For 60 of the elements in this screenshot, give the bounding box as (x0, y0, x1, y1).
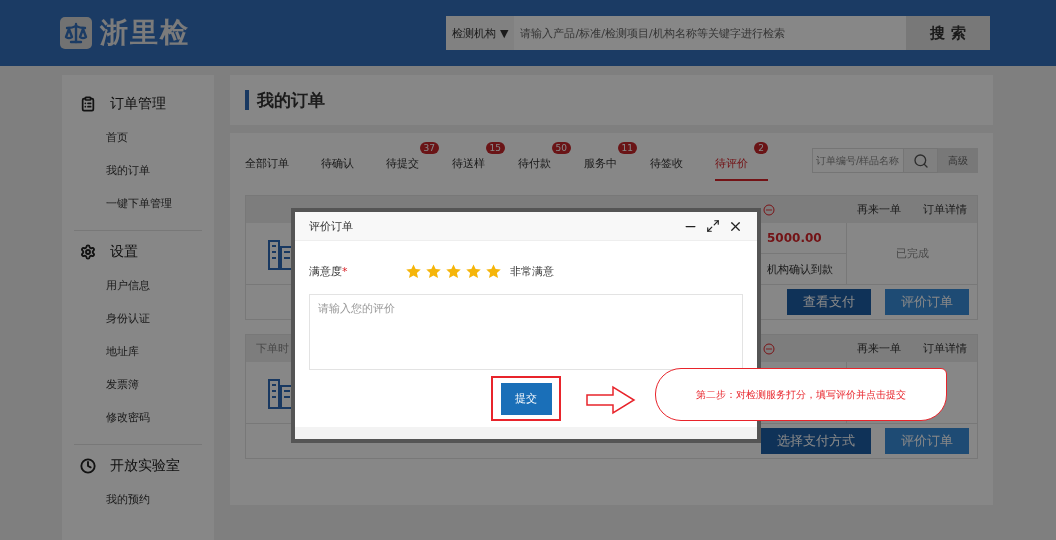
order-button[interactable]: 选择支付方式 (761, 428, 871, 454)
tab[interactable]: 待评价 2 (715, 142, 768, 181)
order-link[interactable]: 订单详情 (923, 202, 967, 217)
count-badge: 50 (551, 142, 571, 154)
tab[interactable]: 服务中 11 (584, 142, 637, 181)
sidebar-item[interactable]: 我的预约 (74, 483, 202, 516)
search-field[interactable]: 请输入产品/标准/检测项目/机构名称等关键字进行检索 (514, 16, 906, 50)
sidebar-heading: 开放实验室 (110, 457, 180, 475)
order-link[interactable]: 订单详情 (923, 341, 967, 356)
maximize-icon[interactable] (706, 218, 720, 233)
clock-icon (80, 458, 96, 474)
order-status: 已完成 (895, 246, 929, 261)
star-icon[interactable] (405, 263, 422, 281)
star-icon[interactable] (425, 263, 442, 281)
count-badge: 15 (485, 142, 505, 154)
scale-icon (60, 17, 92, 49)
dialog-title: 评价订单 (309, 218, 353, 234)
tab[interactable]: 待确认 (321, 142, 354, 181)
tab[interactable]: 待付款 50 (518, 142, 571, 181)
clipboard-icon (80, 96, 96, 112)
comment-field[interactable]: 请输入您的评价 (309, 294, 743, 371)
tab[interactable]: 待送样 15 (452, 142, 505, 181)
tab[interactable]: 全部订单 (245, 142, 289, 181)
arrow-icon (585, 384, 637, 416)
logo-text[interactable]: 浙里检 (100, 14, 190, 52)
sidebar-item[interactable]: 一键下单管理 (74, 187, 202, 220)
star-icon[interactable] (445, 263, 462, 281)
sidebar-item[interactable]: 修改密码 (74, 401, 202, 434)
rating-label: 满意度* (309, 264, 349, 280)
sidebar-heading: 订单管理 (110, 95, 166, 113)
order-button[interactable]: 查看支付 (787, 289, 871, 315)
settings-icon (80, 244, 96, 260)
order-link[interactable]: 再来一单 (857, 202, 901, 217)
order-link[interactable]: 再来一单 (857, 341, 901, 356)
sidebar-item[interactable]: 身份认证 (74, 302, 202, 335)
payment-status: 机构确认到款 (766, 261, 834, 278)
search-icon (912, 152, 929, 169)
count-badge: 11 (617, 142, 637, 154)
rating-text: 非常满意 (510, 264, 554, 280)
submit-button[interactable]: 提交 (500, 382, 552, 415)
star-icon[interactable] (465, 263, 482, 281)
star-icon[interactable] (485, 263, 502, 281)
sidebar-item[interactable]: 地址库 (74, 335, 202, 368)
count-badge: 37 (419, 142, 439, 154)
order-button[interactable]: 评价订单 (885, 289, 969, 315)
tab[interactable]: 待提交 37 (386, 142, 439, 181)
count-badge: 2 (754, 142, 768, 154)
category-dropdown[interactable]: 检测机构 ▼ (446, 16, 515, 50)
sidebar-item[interactable]: 我的订单 (74, 154, 202, 187)
advanced-button[interactable]: 高级 (938, 148, 978, 173)
sidebar-item[interactable]: 首页 (74, 121, 202, 154)
sidebar-item[interactable]: 发票簿 (74, 368, 202, 401)
order-button[interactable]: 评价订单 (885, 428, 969, 454)
search-button[interactable]: 搜 索 (906, 16, 990, 50)
callout-note: 第二步：对检测服务打分，填写评价并点击提交 (655, 368, 947, 421)
search-button[interactable] (904, 148, 938, 173)
tab[interactable]: 待签收 (650, 142, 683, 181)
sidebar-item[interactable]: 用户信息 (74, 269, 202, 302)
page-title: 我的订单 (245, 90, 325, 110)
sidebar-heading: 设置 (110, 243, 138, 261)
